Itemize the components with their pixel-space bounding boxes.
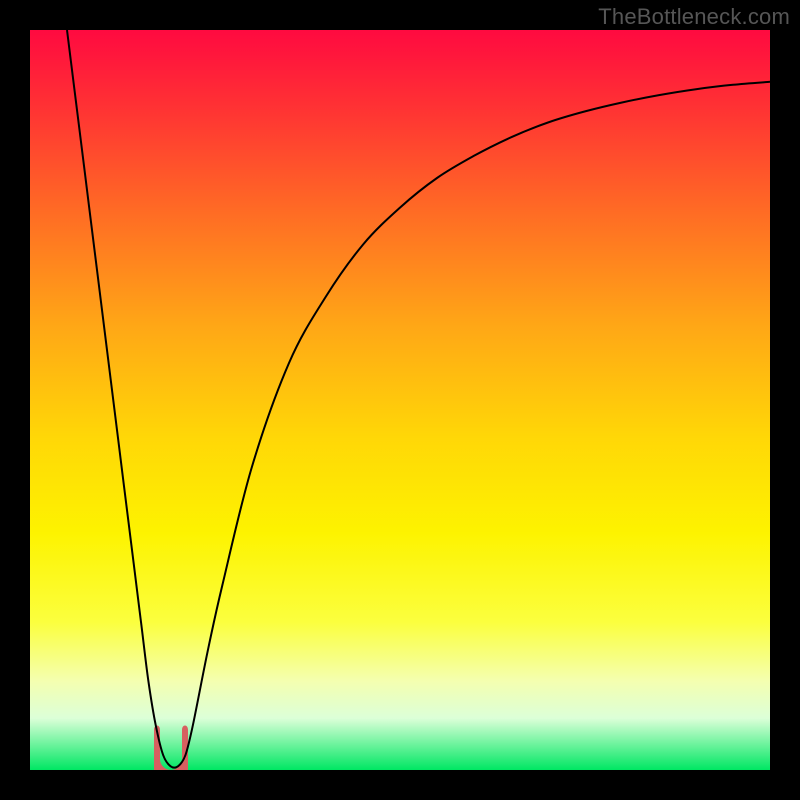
watermark-text: TheBottleneck.com (598, 4, 790, 30)
min-marker-blob (154, 726, 188, 771)
plot-area (30, 30, 770, 770)
bottleneck-curve (67, 30, 770, 768)
salmon-u-marker (154, 726, 188, 771)
curve-svg (30, 30, 770, 770)
chart-frame: TheBottleneck.com (0, 0, 800, 800)
